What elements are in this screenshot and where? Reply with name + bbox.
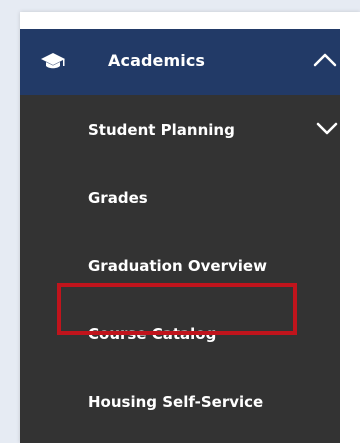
academics-menu-header[interactable]: Academics: [20, 29, 340, 95]
graduation-cap-icon: [40, 51, 66, 71]
menu-item-label: Housing Self-Service: [88, 393, 264, 411]
academics-label: Academics: [108, 51, 206, 70]
menu-item-label: Graduation Overview: [88, 257, 267, 275]
highlight-box: [57, 283, 297, 335]
menu-item-student-planning[interactable]: Student Planning: [20, 95, 340, 163]
chevron-up-icon[interactable]: [313, 52, 337, 68]
academics-submenu: Student Planning Grades Graduation Overv…: [20, 95, 340, 443]
menu-item-label: Grades: [88, 189, 148, 207]
menu-item-housing-self-service[interactable]: Housing Self-Service: [20, 367, 340, 435]
chevron-down-icon[interactable]: [316, 122, 338, 136]
menu-item-grades[interactable]: Grades: [20, 163, 340, 231]
menu-item-label: Student Planning: [88, 121, 235, 139]
